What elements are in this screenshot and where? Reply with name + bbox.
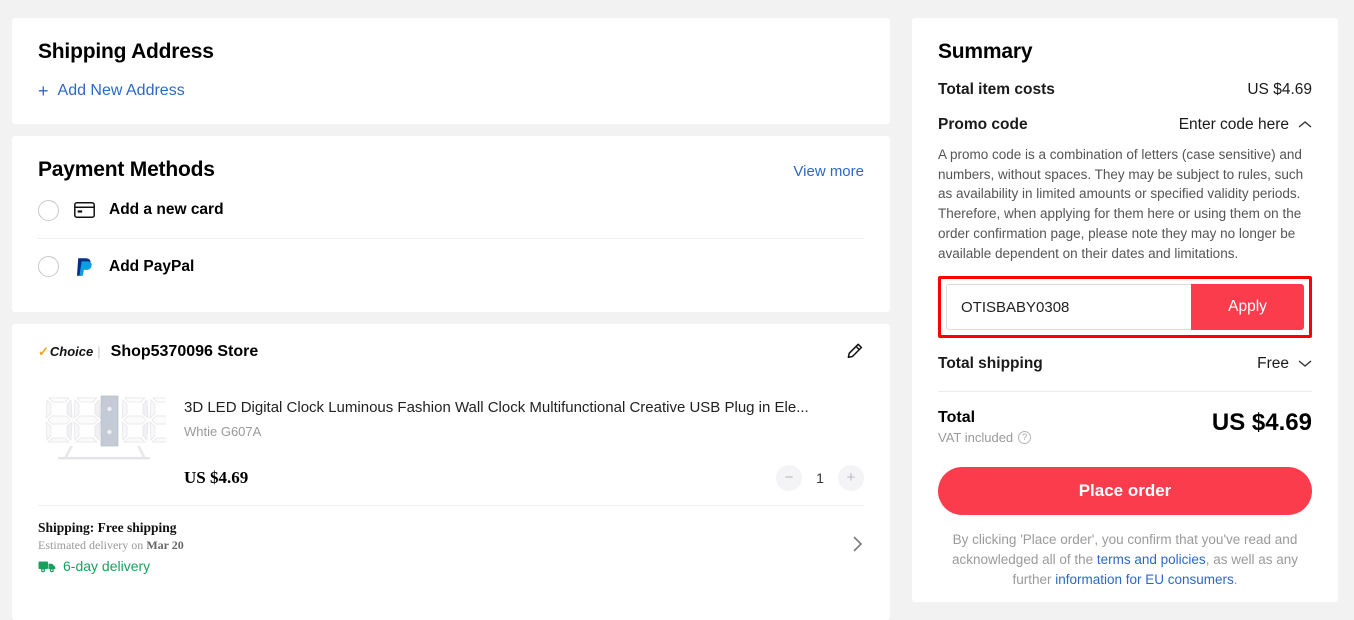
pencil-icon xyxy=(845,342,864,361)
total-shipping-toggle[interactable]: Free xyxy=(1257,355,1312,373)
view-more-button[interactable]: View more xyxy=(793,163,864,180)
quantity-value: 1 xyxy=(815,470,825,486)
paypal-icon xyxy=(73,256,95,278)
plus-icon: + xyxy=(38,82,49,100)
total-label: Total xyxy=(938,409,1031,427)
total-shipping-value: Free xyxy=(1257,355,1289,373)
summary-title: Summary xyxy=(938,40,1312,64)
store-name[interactable]: Shop5370096 Store xyxy=(111,343,259,361)
promo-code-label: Promo code xyxy=(938,116,1028,134)
promo-code-value: Enter code here xyxy=(1179,116,1289,134)
eu-consumers-link[interactable]: information for EU consumers xyxy=(1055,572,1234,587)
delivery-truck-icon xyxy=(38,559,57,573)
quantity-stepper: − 1 + xyxy=(776,465,864,491)
fast-delivery-label: 6-day delivery xyxy=(63,558,150,574)
vat-note: VAT included ? xyxy=(938,430,1031,445)
terms-suffix: . xyxy=(1234,572,1238,587)
check-icon: ✓ xyxy=(38,344,49,360)
radio-add-paypal[interactable] xyxy=(38,256,59,277)
product-variant: Whtie G607A xyxy=(184,424,864,439)
store-header: ✓Choice | Shop5370096 Store xyxy=(38,342,864,361)
vat-label: VAT included xyxy=(938,430,1013,445)
summary-card: Summary Total item costs US $4.69 Promo … xyxy=(912,18,1338,602)
promo-code-highlight-box: Apply xyxy=(938,276,1312,338)
estimated-delivery: Estimated delivery on Mar 20 xyxy=(38,538,184,553)
promo-code-form: Apply xyxy=(946,284,1304,330)
promo-code-description: A promo code is a combination of letters… xyxy=(938,145,1312,263)
checkout-page: Shipping Address + Add New Address Payme… xyxy=(0,0,1354,620)
product-info: 3D LED Digital Clock Luminous Fashion Wa… xyxy=(184,375,864,491)
total-item-costs-row: Total item costs US $4.69 xyxy=(938,81,1312,99)
product-thumbnail[interactable] xyxy=(38,375,166,471)
shipping-address-title: Shipping Address xyxy=(38,40,864,64)
eta-date: Mar 20 xyxy=(146,538,183,552)
add-new-address-button[interactable]: + Add New Address xyxy=(38,82,185,100)
promo-code-input[interactable] xyxy=(946,284,1191,330)
promo-code-toggle[interactable]: Enter code here xyxy=(1179,116,1312,134)
credit-card-icon xyxy=(73,199,95,221)
choice-badge-label: Choice xyxy=(50,344,93,359)
store-order-card: ✓Choice | Shop5370096 Store xyxy=(12,324,890,620)
total-shipping-label: Total shipping xyxy=(938,355,1043,373)
product-price: US $4.69 xyxy=(184,468,248,488)
total-item-costs-label: Total item costs xyxy=(938,81,1055,99)
total-value: US $4.69 xyxy=(1212,409,1312,437)
payment-option-add-card[interactable]: Add a new card xyxy=(38,182,864,238)
total-left: Total VAT included ? xyxy=(938,409,1031,445)
payment-methods-title: Payment Methods xyxy=(38,158,215,182)
shipping-method: Shipping: Free shipping xyxy=(38,520,184,536)
eta-prefix: Estimated delivery on xyxy=(38,538,146,552)
left-column: Shipping Address + Add New Address Payme… xyxy=(12,18,890,620)
order-item: 3D LED Digital Clock Luminous Fashion Wa… xyxy=(38,375,864,491)
badge-divider: | xyxy=(97,344,100,359)
chevron-down-icon[interactable] xyxy=(1298,355,1312,373)
apply-promo-button[interactable]: Apply xyxy=(1191,284,1304,330)
add-new-address-label: Add New Address xyxy=(58,82,185,100)
promo-code-row[interactable]: Promo code Enter code here xyxy=(938,116,1312,134)
terms-note: By clicking 'Place order', you confirm t… xyxy=(938,530,1312,590)
chevron-right-icon[interactable] xyxy=(852,534,864,559)
chevron-up-icon[interactable] xyxy=(1298,116,1312,134)
total-shipping-row[interactable]: Total shipping Free xyxy=(938,355,1312,373)
payment-methods-header: Payment Methods View more xyxy=(38,158,864,182)
shipping-details-row[interactable]: Shipping: Free shipping Estimated delive… xyxy=(38,505,864,590)
radio-add-card[interactable] xyxy=(38,200,59,221)
place-order-button[interactable]: Place order xyxy=(938,467,1312,515)
question-mark-icon[interactable]: ? xyxy=(1018,431,1031,444)
quantity-decrease-button[interactable]: − xyxy=(776,465,802,491)
payment-methods-card: Payment Methods View more Add a new card xyxy=(12,136,890,312)
total-item-costs-value: US $4.69 xyxy=(1247,81,1312,99)
summary-divider xyxy=(938,391,1312,392)
payment-option-add-paypal[interactable]: Add PayPal xyxy=(38,238,864,294)
fast-delivery-badge: 6-day delivery xyxy=(38,558,184,574)
edit-order-button[interactable] xyxy=(845,342,864,361)
choice-badge: ✓Choice | xyxy=(38,344,101,360)
product-title[interactable]: 3D LED Digital Clock Luminous Fashion Wa… xyxy=(184,399,864,418)
led-clock-image xyxy=(38,385,166,471)
product-price-row: US $4.69 − 1 + xyxy=(184,465,864,491)
terms-and-policies-link[interactable]: terms and policies xyxy=(1097,552,1206,567)
right-column: Summary Total item costs US $4.69 Promo … xyxy=(912,18,1338,620)
shipping-address-card: Shipping Address + Add New Address xyxy=(12,18,890,124)
quantity-increase-button[interactable]: + xyxy=(838,465,864,491)
total-row: Total VAT included ? US $4.69 xyxy=(938,409,1312,445)
payment-option-label: Add PayPal xyxy=(109,258,194,276)
payment-option-label: Add a new card xyxy=(109,201,224,219)
shipping-detail-lines: Shipping: Free shipping Estimated delive… xyxy=(38,520,184,574)
